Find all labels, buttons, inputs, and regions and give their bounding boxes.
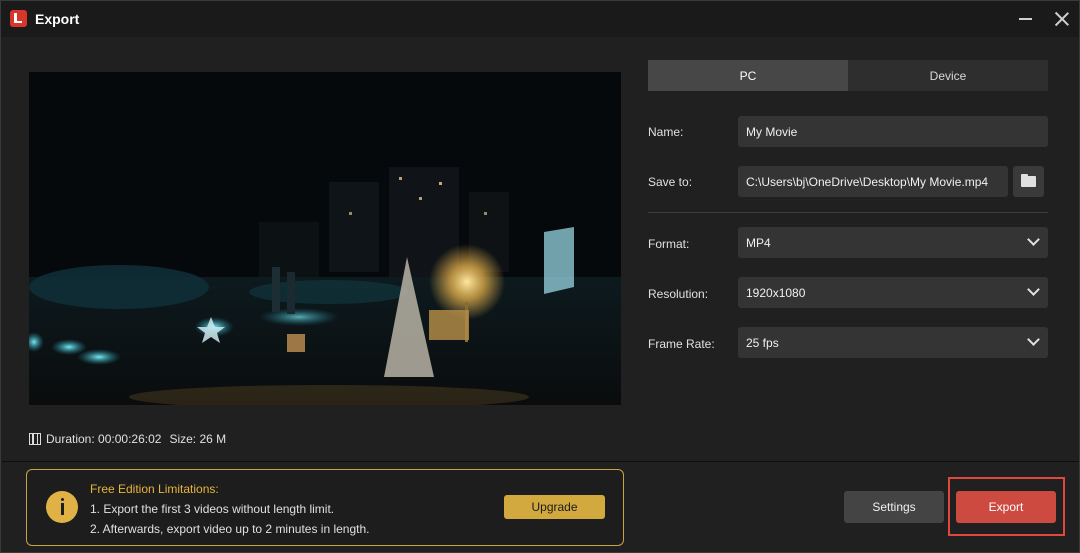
save-to-label: Save to:	[648, 175, 693, 189]
format-value: MP4	[746, 235, 771, 250]
settings-button[interactable]: Settings	[844, 491, 944, 523]
minimize-icon[interactable]	[1019, 18, 1032, 20]
size-label: Size:	[169, 432, 197, 446]
section-divider	[648, 212, 1048, 213]
frame-rate-label: Frame Rate:	[648, 337, 715, 351]
frame-rate-select[interactable]: 25 fps	[738, 327, 1048, 358]
resolution-label: Resolution:	[648, 287, 709, 301]
limitations-title: Free Edition Limitations:	[90, 482, 219, 496]
name-field[interactable]: My Movie	[738, 116, 1048, 147]
upgrade-button[interactable]: Upgrade	[504, 495, 605, 519]
chevron-down-icon	[1027, 333, 1040, 346]
app-logo-icon	[10, 10, 27, 27]
export-window: Export Duration: 00:00:26:02 Size: 26 M …	[0, 0, 1080, 553]
name-label: Name:	[648, 125, 684, 139]
duration-value: 00:00:26:02	[98, 432, 162, 446]
free-edition-notice: Free Edition Limitations: 1. Export the …	[26, 469, 624, 546]
save-path-field[interactable]: C:\Users\bj\OneDrive\Desktop\My Movie.mp…	[738, 166, 1008, 197]
size-value: 26 M	[199, 432, 227, 446]
target-tabs: PC Device	[648, 60, 1048, 91]
tab-pc[interactable]: PC	[648, 60, 848, 91]
limitation-line-2: 2. Afterwards, export video up to 2 minu…	[90, 522, 370, 536]
limitation-line-1: 1. Export the first 3 videos without len…	[90, 502, 335, 516]
resolution-value: 1920x1080	[746, 285, 806, 300]
chevron-down-icon	[1027, 233, 1040, 246]
video-preview[interactable]	[29, 72, 621, 405]
title-bar: Export	[1, 1, 1079, 37]
format-label: Format:	[648, 237, 690, 251]
frame-rate-value: 25 fps	[746, 335, 779, 350]
duration-label: Duration:	[46, 432, 95, 446]
browse-folder-button[interactable]	[1013, 166, 1044, 197]
export-button[interactable]: Export	[956, 491, 1056, 523]
format-select[interactable]: MP4	[738, 227, 1048, 258]
resolution-select[interactable]: 1920x1080	[738, 277, 1048, 308]
chevron-down-icon	[1027, 283, 1040, 296]
close-icon[interactable]	[1053, 10, 1071, 28]
film-icon	[29, 432, 41, 445]
export-info: Duration: 00:00:26:02 Size: 26 M	[29, 431, 226, 447]
footer-divider	[2, 461, 1079, 462]
info-icon	[46, 491, 78, 523]
window-title: Export	[35, 11, 80, 27]
preview-image	[29, 72, 621, 405]
tab-device[interactable]: Device	[848, 60, 1048, 91]
